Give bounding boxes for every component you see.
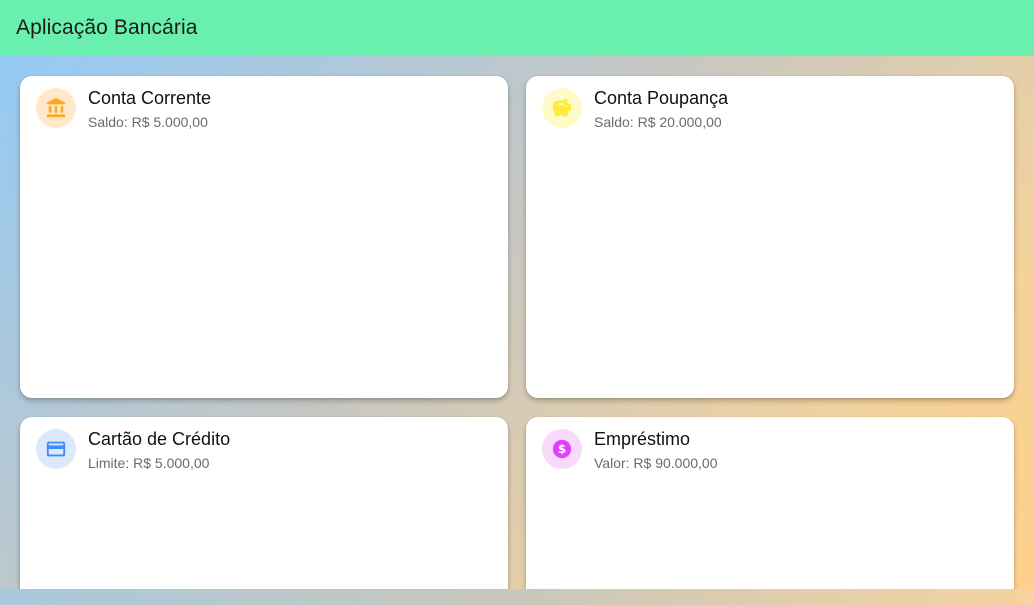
card-title: Conta Poupança: [594, 88, 729, 108]
card-conta-corrente[interactable]: Conta Corrente Saldo: R$ 5.000,00: [20, 76, 508, 398]
app-bar: Aplicação Bancária: [0, 0, 1034, 56]
piggy-bank-icon: [542, 88, 582, 128]
bottom-edge: [0, 589, 1034, 605]
dollar-circle-icon: $: [542, 429, 582, 469]
card-emprestimo[interactable]: $ Empréstimo Valor: R$ 90.000,00: [526, 417, 1014, 605]
card-conta-poupanca[interactable]: Conta Poupança Saldo: R$ 20.000,00: [526, 76, 1014, 398]
card-title: Cartão de Crédito: [88, 429, 231, 449]
card-subtitle: Valor: R$ 90.000,00: [594, 455, 718, 471]
card-title: Empréstimo: [594, 429, 691, 449]
card-title: Conta Corrente: [88, 88, 212, 108]
card-subtitle: Saldo: R$ 5.000,00: [88, 114, 208, 130]
bank-icon: [36, 88, 76, 128]
card-subtitle: Limite: R$ 5.000,00: [88, 455, 210, 471]
svg-text:$: $: [558, 442, 566, 456]
card-cartao-credito[interactable]: Cartão de Crédito Limite: R$ 5.000,00: [20, 417, 508, 605]
credit-card-icon: [36, 429, 76, 469]
app-title: Aplicação Bancária: [16, 16, 198, 39]
card-subtitle: Saldo: R$ 20.000,00: [594, 114, 722, 130]
